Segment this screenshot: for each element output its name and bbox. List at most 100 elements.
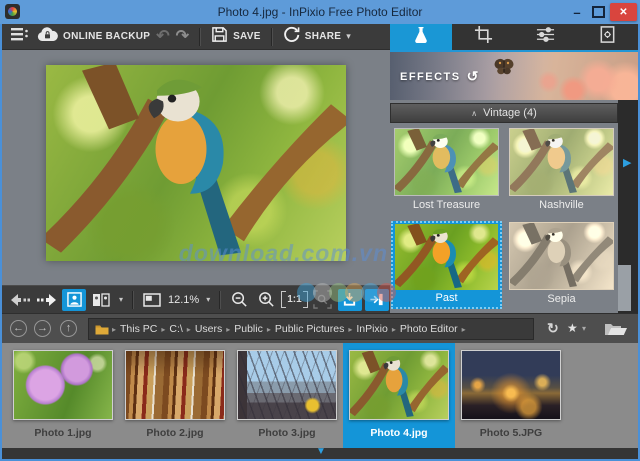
flask-icon [411,25,431,50]
cloud-lock-icon [36,26,58,47]
filmstrip-item-photo-3[interactable]: Photo 3.jpg [231,343,343,448]
menu-button[interactable] [10,25,30,48]
effects-title-row: EFFECTS ↺ [400,68,480,85]
browse-up-button[interactable]: ↑ [60,320,77,337]
filmstrip-item-photo-5[interactable]: Photo 5.JPG [455,343,567,448]
undo-button[interactable]: ↶ [156,29,169,45]
reset-effects-icon[interactable]: ↺ [467,68,480,85]
fit-to-screen-button[interactable] [140,289,164,311]
floppy-save-icon [211,26,228,48]
thumbnail-label: Photo 2.jpg [119,427,231,439]
share-button[interactable]: SHARE ▾ [283,26,351,48]
effects-title: EFFECTS [400,71,461,83]
hamburger-menu-icon [10,25,30,48]
breadcrumb-inpixio[interactable]: InPixio [352,323,392,335]
effect-lost-treasure[interactable]: Lost Treasure [391,127,502,215]
open-folder-button[interactable] [604,322,628,336]
next-photo-button[interactable] [35,289,59,311]
zoom-region-button-disabled[interactable] [311,289,335,311]
effects-banner: EFFECTS ↺ [390,52,638,100]
filmstrip-collapse-bar[interactable]: ▼ [2,448,638,459]
effect-sepia[interactable]: Sepia [506,221,617,309]
toolbar-separator [199,28,201,46]
breadcrumb-c-drive[interactable]: C:\ [165,323,186,335]
window-border-left [0,24,2,461]
maximize-icon [592,6,605,18]
framed-photo-icon [598,25,617,49]
photo-canvas[interactable]: download.com.vn [2,50,390,285]
actual-size-button[interactable]: 1:1 [281,291,307,308]
maximize-button[interactable] [589,3,607,21]
thumbnail-bridge [237,350,337,420]
scrollbar-thumb[interactable] [618,265,631,311]
breadcrumb-public[interactable]: Public [230,323,267,335]
toolbar-separator [132,291,134,309]
effect-preview-past [395,224,498,290]
thumbnail-night-city [461,350,561,420]
collapse-filmstrip-arrow[interactable]: ▼ [316,446,326,457]
zoom-caret-icon[interactable]: ▾ [206,295,210,304]
compare-caret-icon[interactable]: ▾ [119,295,123,304]
thumbnail-label: Photo 5.JPG [455,427,567,439]
online-backup-button[interactable]: ONLINE BACKUP [36,26,150,47]
browse-forward-button[interactable]: → [34,320,51,337]
refresh-button[interactable]: ↻ [547,320,559,337]
minimize-button[interactable]: – [568,3,586,21]
effect-label: Past [393,290,500,306]
butterfly-image [492,57,516,82]
browse-back-button[interactable]: ← [10,320,27,337]
effects-grid: Lost Treasure Nashville Past [391,127,618,309]
close-button[interactable]: ✕ [610,3,637,21]
breadcrumb-photo-editor[interactable]: Photo Editor [396,323,462,335]
effect-nashville[interactable]: Nashville [506,127,617,215]
toolbar-separator [271,28,273,46]
breadcrumb-this-pc[interactable]: This PC [116,323,161,335]
window-title: Photo 4.jpg - InPixio Free Photo Editor [0,0,640,24]
favorites-button[interactable]: ★ [567,321,578,335]
breadcrumb-users[interactable]: Users [191,323,226,335]
effect-preview-nashville [509,128,614,196]
save-button[interactable]: SAVE [211,26,261,48]
file-browser-bar: ← → ↑ ▸ This PC ▸ C:\ ▸ Users ▸ Public ▸… [2,313,638,343]
zoom-in-button[interactable] [254,289,278,311]
vintage-section-header[interactable]: ∧ Vintage (4) [390,103,618,123]
effects-panel: EFFECTS ↺ ∧ Vintage (4) Lost Treasure [390,24,638,313]
effect-label: Sepia [506,290,617,308]
previous-photo-button[interactable] [8,289,32,311]
tab-effects[interactable] [390,24,452,50]
redo-button[interactable]: ↷ [176,29,189,45]
effect-past-selected[interactable]: Past [391,221,502,309]
tab-crop[interactable] [452,24,514,50]
thumbnail-guitars [125,350,225,420]
titlebar: Photo 4.jpg - InPixio Free Photo Editor … [0,0,640,24]
compare-view-button[interactable] [89,289,113,311]
thumbnail-label: Photo 4.jpg [343,427,455,439]
effect-preview-sepia [509,222,614,290]
folder-icon [95,324,109,335]
vintage-section-title: Vintage (4) [483,107,537,119]
zoom-level-value: 12.1% [168,294,199,306]
favorites-caret-icon[interactable]: ▾ [582,324,586,333]
main-photo-parrot[interactable] [46,65,346,261]
zoom-out-button[interactable] [227,289,251,311]
main-toolbar: ONLINE BACKUP ↶ ↷ SAVE SHARE ▾ [2,24,390,50]
share-sync-icon [283,26,300,48]
switch-module-button[interactable] [365,289,389,311]
panel-expand-arrow[interactable]: ▶ [623,156,631,169]
address-bar[interactable]: ▸ This PC ▸ C:\ ▸ Users ▸ Public ▸ Publi… [88,318,534,340]
tab-frames[interactable] [576,24,638,50]
filmstrip-item-photo-1[interactable]: Photo 1.jpg [7,343,119,448]
crumb-arrow-icon: ▸ [462,325,466,334]
single-view-button[interactable] [62,289,86,311]
site-watermark: download.com.vn [106,240,388,267]
apply-export-button[interactable] [338,289,362,311]
tab-adjustments[interactable] [514,24,576,50]
filmstrip-item-photo-4-selected[interactable]: Photo 4.jpg [343,343,455,448]
share-caret-icon: ▾ [346,31,351,42]
filmstrip: Photo 1.jpg Photo 2.jpg Photo 3.jpg Phot… [2,343,638,448]
filmstrip-item-photo-2[interactable]: Photo 2.jpg [119,343,231,448]
share-label: SHARE [305,31,342,42]
breadcrumb-public-pictures[interactable]: Public Pictures [271,323,348,335]
app-window: Photo 4.jpg - InPixio Free Photo Editor … [0,0,640,461]
effect-label: Lost Treasure [391,196,502,214]
